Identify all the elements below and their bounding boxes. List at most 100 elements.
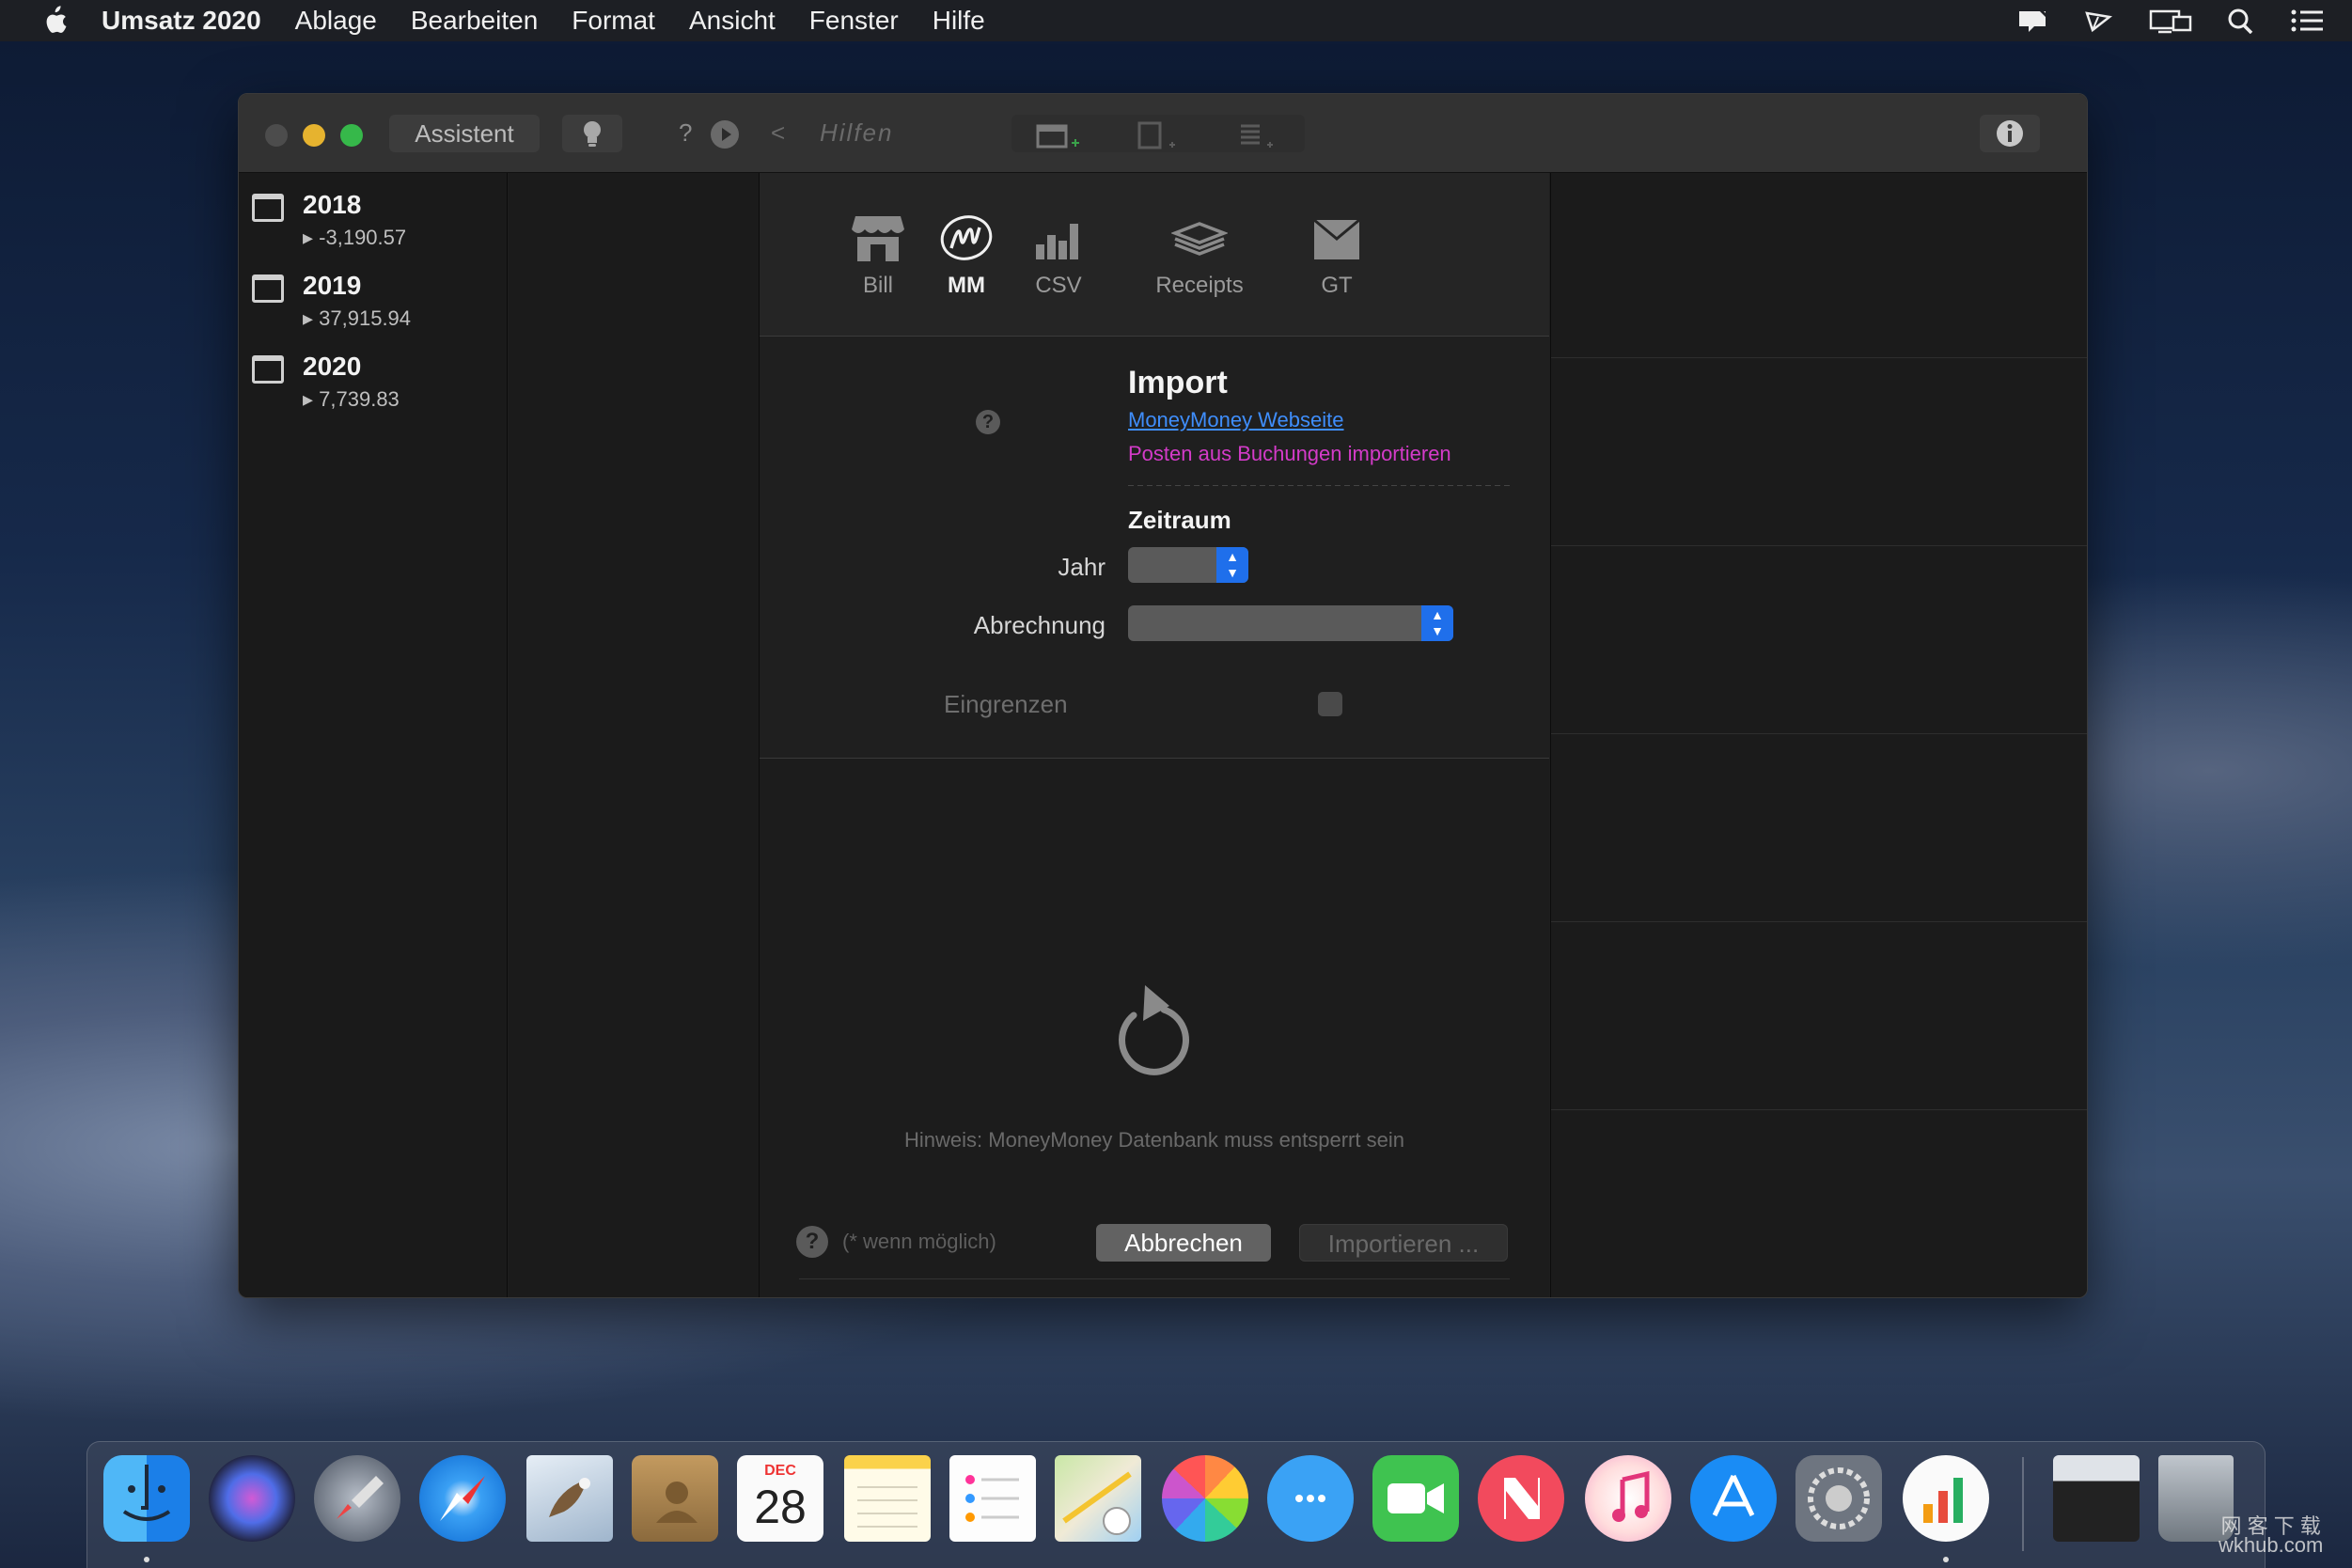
siri-icon[interactable] [209,1455,295,1542]
title-bar: Assistent ? < Hilfen [239,94,2087,173]
year-total: ▸ -3,190.57 [303,226,407,249]
month-column [509,173,760,1297]
tab-label: CSV [1035,273,1082,298]
row-separator [1551,357,2087,358]
period-title: Zeitraum [1128,506,1231,534]
list-icon[interactable] [2290,8,2324,34]
calendar-icon [252,355,284,384]
menu-ablage[interactable]: Ablage [295,6,377,36]
help-mark[interactable]: ? [679,118,692,148]
photos-icon[interactable] [1162,1455,1248,1542]
stack-icon [1170,212,1229,263]
footer-note: (* wenn möglich) [842,1230,996,1253]
year-select[interactable]: ▲ ▼ [1128,547,1248,583]
safari-icon[interactable] [419,1455,506,1542]
tab-label: Receipts [1155,273,1244,298]
import-subtitle: Posten aus Buchungen importieren [1128,442,1451,465]
calendar-month: DEC [764,1463,796,1479]
apple-menu-icon[interactable] [34,0,75,41]
display-icon[interactable] [2149,8,2192,34]
finder-icon[interactable] [103,1455,190,1542]
back-icon[interactable]: < [771,118,785,148]
play-icon[interactable] [711,120,739,149]
menu-app-name[interactable]: Umsatz 2020 [102,6,261,36]
refresh-icon[interactable] [1102,978,1205,1095]
lightbulb-icon [584,121,601,147]
billing-label: Abrechnung [973,611,1105,639]
mail-icon[interactable] [526,1455,613,1542]
assistant-button[interactable]: Assistent [389,115,540,152]
year-label: 2019 [303,271,362,300]
moneymoney-website-link[interactable]: MoneyMoney Webseite [1128,408,1344,432]
footer-help-button[interactable]: ? [796,1226,828,1258]
row-separator [1551,733,2087,734]
import-source-tabs: Bill MM CSV Receipts GT [760,173,1549,337]
row-separator [1551,1109,2087,1110]
reminders-icon[interactable] [949,1455,1036,1542]
import-sheet: Bill MM CSV Receipts GT Import ? MoneyMo… [760,173,1549,1297]
main-window: Assistent ? < Hilfen 2018 ▸ -3,190.57 20… [238,93,2088,1298]
bar-chart-icon [1030,212,1087,263]
menubar: Umsatz 2020 Ablage Bearbeiten Format Ans… [0,0,2352,41]
dock-separator [2022,1457,2024,1551]
calendar-icon [252,274,284,303]
music-icon[interactable] [1585,1455,1671,1542]
menu-hilfe[interactable]: Hilfe [933,6,985,36]
cancel-button[interactable]: Abbrechen [1096,1224,1271,1262]
tab-gt[interactable]: GT [1280,212,1393,299]
restrict-checkbox[interactable] [1318,692,1342,716]
watermark-line2: wkhub.com [2219,1533,2324,1557]
restrict-label: Eingrenzen [944,690,1068,718]
menu-bearbeiten[interactable]: Bearbeiten [411,6,538,36]
section-divider [1128,485,1513,486]
help-label[interactable]: Hilfen [820,118,893,148]
zoom-button[interactable] [340,124,363,147]
add-sheet-icon[interactable] [1136,120,1183,155]
tab-receipts[interactable]: Receipts [1143,212,1256,299]
calendar-day: 28 [754,1481,807,1533]
minimize-button[interactable] [303,124,325,147]
import-button[interactable]: Importieren ... [1299,1224,1508,1262]
running-indicator [1943,1557,1949,1562]
tab-csv[interactable]: CSV [1002,212,1115,299]
messages-icon[interactable] [1267,1455,1354,1542]
entries-column [1550,173,2087,1297]
downloads-stack-icon[interactable] [2053,1455,2140,1542]
menu-format[interactable]: Format [572,6,655,36]
facetime-icon[interactable] [1372,1455,1459,1542]
year-label: 2020 [303,352,362,381]
year-label: 2018 [303,190,362,219]
import-help-button[interactable]: ? [976,410,1000,434]
search-icon[interactable] [2224,8,2258,35]
news-icon[interactable] [1478,1455,1564,1542]
notes-icon[interactable] [844,1455,931,1542]
maps-icon[interactable] [1055,1455,1141,1542]
footer-divider [799,1278,1510,1279]
system-preferences-icon[interactable] [1795,1455,1882,1542]
moneymoney-icon [938,212,995,263]
lightbulb-button[interactable] [562,115,622,152]
import-title: Import [1128,365,1228,400]
app-store-icon[interactable] [1690,1455,1777,1542]
stepper-chevron-icon: ▲ ▼ [1421,605,1453,641]
airdrop-icon[interactable] [2083,8,2117,34]
calendar-icon [252,194,284,222]
row-separator [1551,921,2087,922]
info-icon [1997,120,2023,147]
notification-icon[interactable] [2017,8,2051,34]
store-icon [850,212,906,263]
year-total: ▸ 37,915.94 [303,306,412,330]
menu-ansicht[interactable]: Ansicht [689,6,776,36]
billing-select[interactable]: ▲ ▼ [1128,605,1453,641]
add-list-icon[interactable] [1235,120,1282,155]
launchpad-icon[interactable] [314,1455,400,1542]
close-button[interactable] [265,124,288,147]
add-calendar-icon[interactable] [1036,120,1083,155]
menu-fenster[interactable]: Fenster [809,6,899,36]
umsatz-app-icon[interactable] [1903,1455,1989,1542]
calendar-app-icon[interactable]: DEC 28 [737,1455,823,1542]
stepper-chevron-icon: ▲ ▼ [1216,547,1248,583]
contacts-icon[interactable] [632,1455,718,1542]
year-sidebar: 2018 ▸ -3,190.57 2019 ▸ 37,915.94 2020 ▸… [239,173,508,1297]
info-button[interactable] [1980,115,2040,152]
